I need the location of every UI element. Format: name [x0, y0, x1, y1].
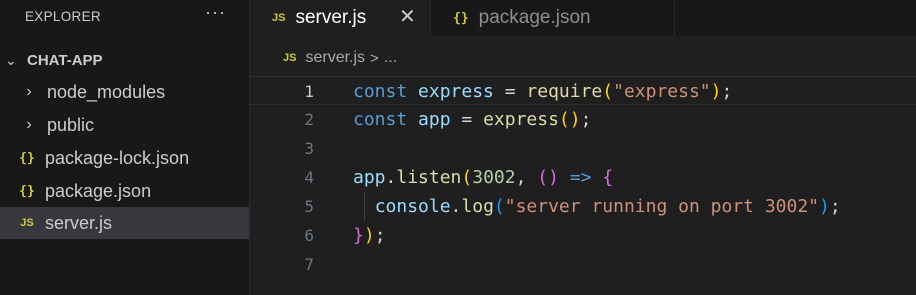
code-token: ( [602, 81, 614, 102]
code-line[interactable]: 5 console.log("server running on port 30… [250, 192, 916, 221]
code-token: "server running on port 3002" [504, 196, 820, 217]
breadcrumb-symbols[interactable]: ... [384, 49, 397, 67]
code-token: . [385, 167, 397, 188]
json-icon: {} [453, 10, 469, 26]
tree-item-label: server.js [45, 212, 113, 233]
code-token: ) [819, 196, 830, 217]
breadcrumb: JS server.js > ... [250, 46, 397, 70]
line-number: 6 [304, 226, 314, 245]
code-token: = [450, 109, 484, 130]
code-line[interactable]: 7 [250, 250, 916, 279]
code-token: app [418, 109, 451, 130]
code-token: ( [493, 196, 505, 217]
tree-item-label: package.json [45, 180, 152, 201]
folder-title: CHAT-APP [27, 51, 103, 69]
code-token: ; [829, 196, 841, 217]
tree-item-label: public [47, 114, 95, 135]
tree-item-package-json[interactable]: {} package.json [0, 175, 249, 207]
explorer-header: EXPLORER [25, 9, 101, 24]
code-line[interactable]: 6}); [250, 221, 916, 250]
tree-item-public[interactable]: › public [0, 109, 249, 141]
line-number: 3 [304, 139, 314, 158]
line-number: 1 [304, 82, 314, 101]
code-token: () [558, 109, 581, 130]
tab-label: package.json [478, 7, 591, 28]
code-editor[interactable]: 1 const express = require("express"); 2 con… [250, 76, 916, 295]
code-token: } [353, 225, 364, 246]
code-token: ) [710, 81, 722, 102]
code-token: 3002 [472, 167, 516, 188]
line-code: console.log("server running on port 3002… [353, 192, 841, 221]
line-code: app.listen(3002, () => { [353, 163, 613, 192]
code-token: require [526, 81, 603, 102]
close-icon[interactable]: ✕ [399, 4, 416, 29]
code-token: ; [580, 109, 592, 130]
explorer-sidebar: EXPLORER ··· ⌄ CHAT-APP › node_modules ›… [0, 0, 250, 295]
tree-item-label: node_modules [47, 81, 166, 102]
more-actions-icon[interactable]: ··· [205, 2, 226, 23]
tree-item-label: package-lock.json [45, 147, 190, 168]
tab-bar: JS server.js ✕ {} package.json [250, 0, 916, 36]
line-code: }); [353, 221, 386, 250]
tree-item-node-modules[interactable]: › node_modules [0, 76, 249, 108]
code-line[interactable]: 1 const express = require("express"); [250, 76, 916, 105]
tab-package-json[interactable]: {} package.json [430, 0, 675, 36]
code-token: listen [396, 167, 462, 188]
line-number: 5 [304, 197, 314, 216]
line-number: 4 [304, 168, 314, 187]
tree-item-server-js[interactable]: JS server.js [0, 207, 249, 239]
chevron-right-icon: › [26, 83, 32, 100]
js-icon: JS [20, 217, 34, 229]
tab-label: server.js [295, 7, 367, 28]
code-token: , [515, 167, 538, 188]
line-number: 7 [304, 255, 314, 274]
breadcrumb-separator: > [370, 49, 379, 67]
code-token: log [461, 196, 494, 217]
code-token: app [353, 167, 386, 188]
line-code: const app = express(); [353, 105, 591, 134]
line-number: 2 [304, 110, 314, 129]
code-token: ; [721, 81, 733, 102]
js-icon: JS [283, 52, 297, 64]
breadcrumb-file[interactable]: server.js [305, 49, 365, 67]
code-token: express [418, 81, 494, 102]
code-token: = [493, 81, 527, 102]
code-token: console [374, 196, 451, 217]
code-line[interactable]: 3 [250, 134, 916, 163]
json-icon: {} [19, 150, 35, 166]
code-token: { [602, 167, 614, 188]
chevron-down-icon: ⌄ [5, 51, 17, 68]
code-line[interactable]: 4 app.listen(3002, () => { [250, 163, 916, 192]
code-token: => [569, 167, 592, 188]
code-token: const [353, 81, 408, 102]
code-token: express [483, 109, 559, 130]
json-icon: {} [19, 183, 35, 199]
js-icon: JS [272, 12, 286, 24]
code-token: ) [363, 225, 375, 246]
tab-server-js[interactable]: JS server.js ✕ [250, 0, 430, 36]
code-token: ; [374, 225, 386, 246]
code-token: "express" [613, 81, 711, 102]
tree-item-package-lock-json[interactable]: {} package-lock.json [0, 142, 249, 174]
code-token: const [353, 109, 408, 130]
code-line[interactable]: 2 const app = express(); [250, 105, 916, 134]
code-token: . [450, 196, 462, 217]
code-token: ( [461, 167, 473, 188]
code-token: () [537, 167, 559, 188]
chevron-right-icon: › [26, 116, 32, 133]
line-code: const express = require("express"); [353, 77, 732, 106]
folder-section-chat-app[interactable]: ⌄ CHAT-APP [0, 47, 249, 73]
